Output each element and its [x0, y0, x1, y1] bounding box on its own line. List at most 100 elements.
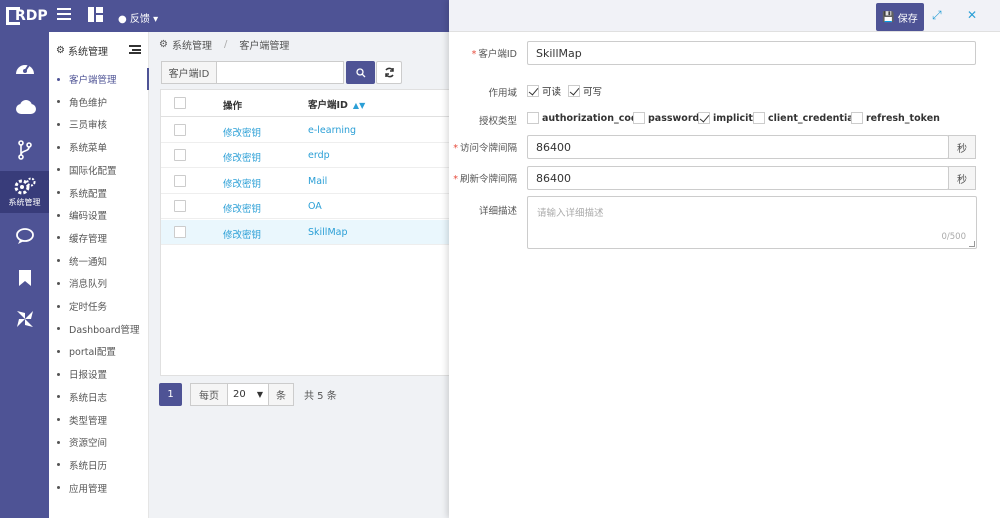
- chat-bubble-icon: ●: [118, 14, 127, 25]
- submenu-item[interactable]: 三员审核: [49, 113, 149, 135]
- collapse-menu-icon[interactable]: [129, 45, 141, 54]
- grant-authorization-code-checkbox[interactable]: authorization_code: [527, 112, 644, 124]
- modify-key-link[interactable]: 修改密钥: [223, 125, 261, 139]
- nav-branch[interactable]: [0, 130, 49, 170]
- refresh-token-interval-field[interactable]: 86400: [527, 166, 949, 190]
- row-checkbox[interactable]: [174, 174, 186, 187]
- per-page-label: 每页: [190, 383, 228, 406]
- nav-cloud[interactable]: [0, 87, 49, 127]
- row-checkbox[interactable]: [174, 149, 186, 162]
- client-id-cell[interactable]: e-learning: [308, 125, 356, 136]
- table-row[interactable]: 修改密钥 Mail: [161, 169, 450, 194]
- modify-key-link[interactable]: 修改密钥: [223, 201, 261, 215]
- client-id-cell[interactable]: erdp: [308, 150, 330, 161]
- select-all-checkbox[interactable]: [174, 97, 186, 109]
- submenu-item[interactable]: 系统菜单: [49, 136, 149, 158]
- client-id-field[interactable]: SkillMap: [527, 41, 976, 65]
- modify-key-link[interactable]: 修改密钥: [223, 227, 261, 241]
- feedback-menu[interactable]: ● 反馈 ▾: [118, 10, 158, 25]
- description-textarea[interactable]: 请输入详细描述 0/500: [527, 196, 977, 249]
- per-page-value: 20: [233, 389, 246, 400]
- table-row[interactable]: 修改密钥 SkillMap: [161, 219, 450, 245]
- table-row[interactable]: 修改密钥 erdp: [161, 143, 450, 169]
- bullet-icon: [57, 327, 60, 331]
- grant-refresh-token-checkbox[interactable]: refresh_token: [851, 112, 940, 124]
- client-id-cell[interactable]: SkillMap: [308, 227, 348, 238]
- grant-password-checkbox[interactable]: password: [633, 112, 699, 124]
- refresh-token-unit: 秒: [948, 166, 976, 190]
- submenu-item-label: 系统日历: [69, 460, 108, 472]
- per-page-select[interactable]: 20 ▼: [228, 383, 268, 406]
- submenu-item[interactable]: Dashboard管理: [49, 318, 149, 340]
- submenu-item[interactable]: 缓存管理: [49, 227, 149, 249]
- row-checkbox[interactable]: [174, 200, 186, 213]
- submenu-item[interactable]: 角色维护: [49, 91, 149, 113]
- access-token-interval-field[interactable]: 86400: [527, 135, 949, 159]
- total-count: 共 5 条: [304, 391, 337, 402]
- close-icon[interactable]: ✕: [967, 8, 977, 22]
- submenu-item-label: 系统菜单: [69, 143, 108, 155]
- scope-write-checkbox[interactable]: 可写: [568, 84, 602, 98]
- menu-toggle-icon[interactable]: [57, 8, 71, 20]
- submenu-header: ⚙ 系统管理: [56, 43, 108, 58]
- sort-icon[interactable]: ▲▼: [353, 101, 365, 110]
- required-marker: *: [453, 174, 458, 185]
- grid-icon[interactable]: [88, 7, 103, 22]
- table-row[interactable]: 修改密钥 OA: [161, 194, 450, 220]
- table-row[interactable]: 修改密钥 e-learning: [161, 118, 450, 143]
- modify-key-link[interactable]: 修改密钥: [223, 176, 261, 190]
- app-logo[interactable]: RDP: [6, 7, 52, 25]
- grant-implicit-checkbox[interactable]: implicit: [698, 112, 753, 124]
- grant-client-credentials-checkbox[interactable]: client_credentials: [753, 112, 863, 124]
- left-nav: 系统管理: [0, 32, 49, 518]
- resize-handle[interactable]: [969, 241, 975, 247]
- row-checkbox[interactable]: [174, 225, 186, 238]
- nav-chat[interactable]: [0, 216, 49, 256]
- submenu-item[interactable]: 类型管理: [49, 409, 149, 431]
- submenu-item-label: 类型管理: [69, 415, 108, 427]
- submenu-item-label: 系统日志: [69, 392, 108, 404]
- chat-icon: [15, 228, 34, 244]
- submenu-item[interactable]: 系统日志: [49, 386, 149, 408]
- nav-system-management[interactable]: 系统管理: [0, 171, 49, 213]
- bullet-icon: [57, 191, 60, 194]
- refresh-button[interactable]: [376, 61, 402, 84]
- submenu-item[interactable]: 编码设置: [49, 204, 149, 226]
- nav-dashboard[interactable]: [0, 47, 49, 87]
- client-id-cell[interactable]: Mail: [308, 176, 327, 187]
- submenu-item[interactable]: 资源空间: [49, 431, 149, 453]
- nav-bookmark[interactable]: [0, 258, 49, 298]
- submenu-item[interactable]: 国际化配置: [49, 159, 149, 181]
- dashboard-icon: [15, 64, 34, 74]
- char-counter: 0/500: [941, 232, 967, 242]
- submenu-item[interactable]: 日报设置: [49, 363, 149, 385]
- row-checkbox[interactable]: [174, 124, 186, 136]
- submenu-item[interactable]: portal配置: [49, 340, 149, 362]
- modify-key-link[interactable]: 修改密钥: [223, 150, 261, 164]
- scope-read-checkbox[interactable]: 可读: [527, 84, 561, 98]
- bullet-icon: [57, 281, 60, 285]
- header-client-id[interactable]: 客户端ID ▲▼: [308, 97, 365, 111]
- submenu-item[interactable]: 定时任务: [49, 295, 149, 317]
- search-input[interactable]: [217, 61, 344, 84]
- gears-breadcrumb-icon: ⚙: [159, 39, 168, 50]
- nav-pinwheel[interactable]: [0, 299, 49, 339]
- search-button[interactable]: [346, 61, 375, 84]
- submenu-item[interactable]: 消息队列: [49, 272, 149, 294]
- expand-icon[interactable]: ⤢: [932, 8, 942, 23]
- submenu-item[interactable]: 客户端管理: [49, 68, 149, 90]
- client-id-cell[interactable]: OA: [308, 201, 322, 212]
- breadcrumb-root[interactable]: 系统管理: [172, 37, 212, 52]
- submenu-item[interactable]: 应用管理: [49, 477, 149, 499]
- submenu-item[interactable]: 系统日历: [49, 454, 149, 476]
- grant-type-label: 授权类型: [478, 116, 517, 127]
- client-id-label: * 客户端ID: [471, 49, 517, 60]
- submenu-item[interactable]: 统一通知: [49, 250, 149, 272]
- save-button[interactable]: 💾 保存: [876, 3, 924, 31]
- bullet-icon: [57, 304, 60, 308]
- submenu-item-label: 缓存管理: [69, 233, 108, 245]
- submenu-item[interactable]: 系统配置: [49, 182, 149, 204]
- page-current[interactable]: 1: [159, 383, 182, 406]
- header-op: 操作: [223, 101, 243, 112]
- pagination: 1 每页 20 ▼ 条 共 5 条: [159, 383, 337, 406]
